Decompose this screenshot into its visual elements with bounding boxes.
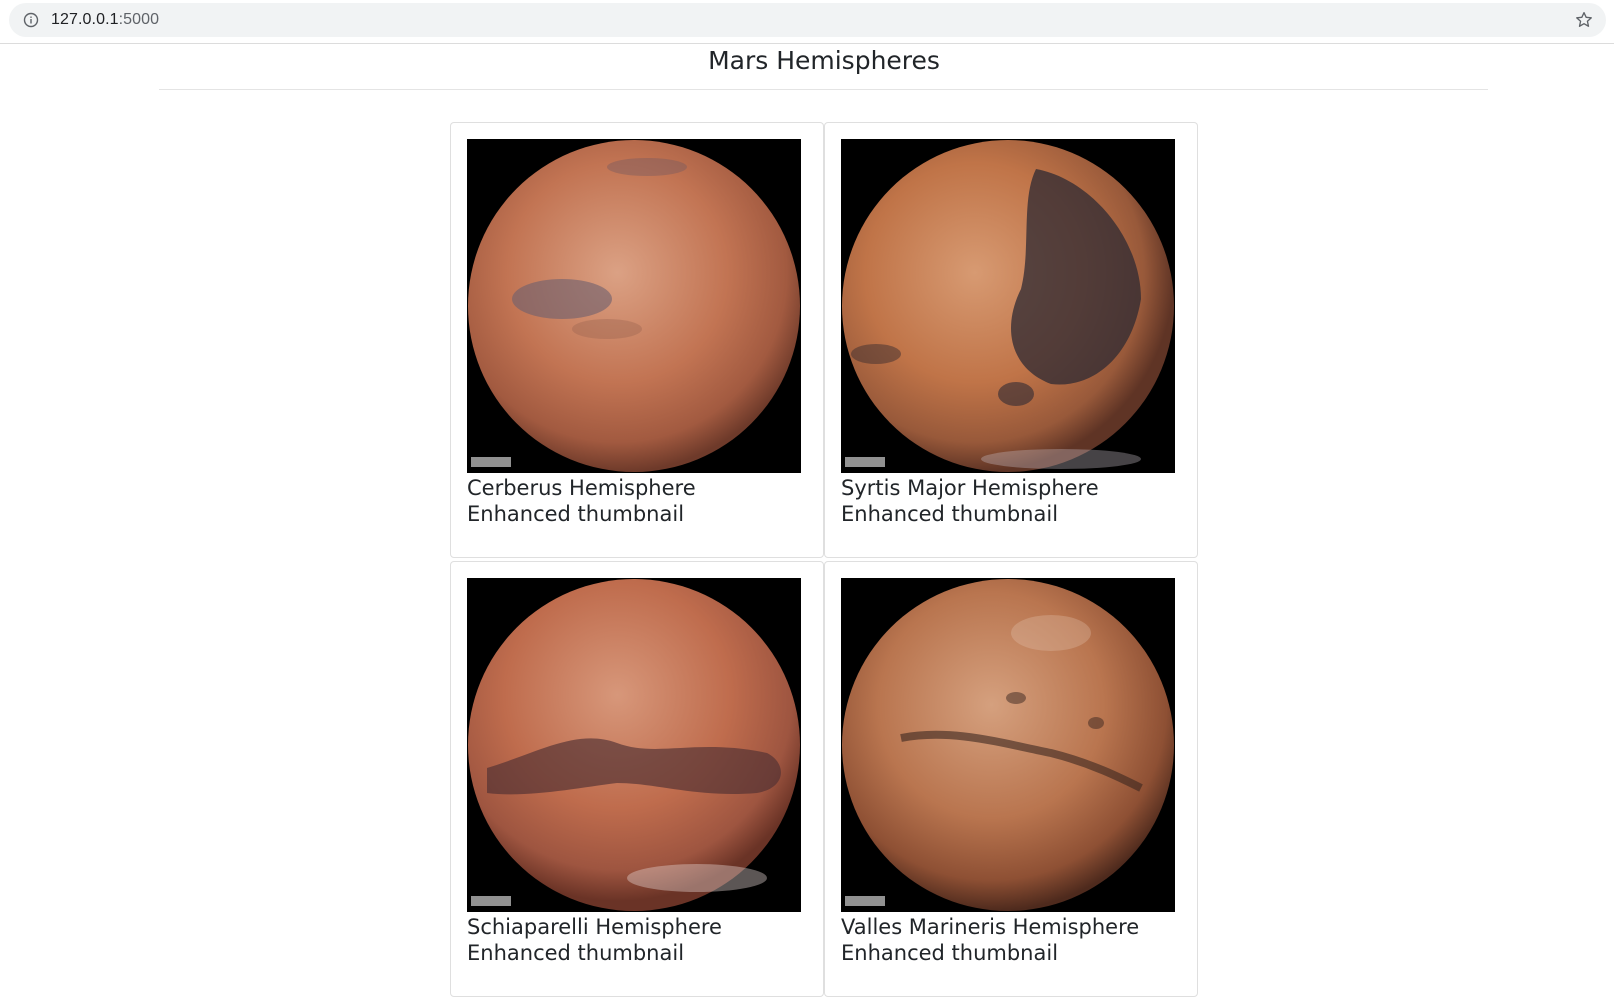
bookmark-star-icon[interactable] xyxy=(1574,10,1594,30)
hemisphere-card-valles-marineris: Valles Marineris Hemisphere Enhanced thu… xyxy=(824,561,1198,997)
hemisphere-title: Valles Marineris Hemisphere Enhanced thu… xyxy=(841,915,1140,965)
address-url[interactable]: 127.0.0.1:5000 xyxy=(51,11,159,29)
mars-cerberus-image[interactable] xyxy=(467,139,801,473)
title-divider xyxy=(159,89,1488,90)
hemisphere-title: Syrtis Major Hemisphere Enhanced thumbna… xyxy=(841,476,1099,526)
hemisphere-card-cerberus: Cerberus Hemisphere Enhanced thumbnail xyxy=(450,122,824,558)
mars-schiaparelli-image[interactable] xyxy=(467,578,801,912)
hemisphere-title: Cerberus Hemisphere Enhanced thumbnail xyxy=(467,476,696,526)
page-title: Mars Hemispheres xyxy=(708,46,940,75)
browser-toolbar: 127.0.0.1:5000 xyxy=(0,0,1614,44)
hemisphere-card-syrtis-major: Syrtis Major Hemisphere Enhanced thumbna… xyxy=(824,122,1198,558)
hemisphere-title: Schiaparelli Hemisphere Enhanced thumbna… xyxy=(467,915,722,965)
info-icon[interactable] xyxy=(23,12,39,28)
mars-valles-marineris-image[interactable] xyxy=(841,578,1175,912)
mars-syrtis-major-image[interactable] xyxy=(841,139,1175,473)
hemisphere-card-schiaparelli: Schiaparelli Hemisphere Enhanced thumbna… xyxy=(450,561,824,997)
url-port: :5000 xyxy=(118,11,160,28)
address-bar[interactable]: 127.0.0.1:5000 xyxy=(9,3,1606,37)
url-host: 127.0.0.1 xyxy=(51,11,119,28)
